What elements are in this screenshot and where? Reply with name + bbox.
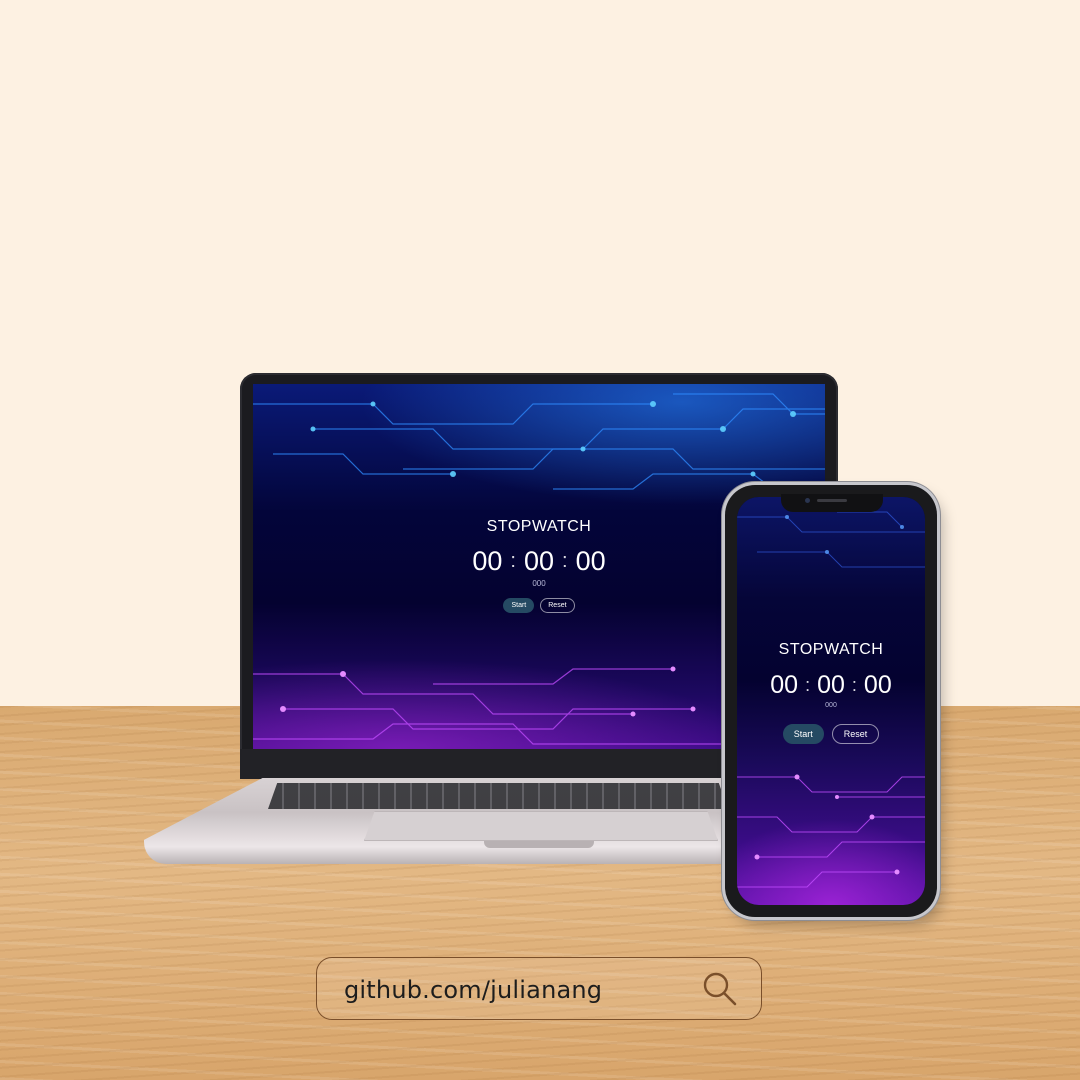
hours-display: 00: [770, 671, 799, 699]
stopwatch-app-phone: STOPWATCH 00 : 00 : 00 000 Start Reset: [737, 641, 925, 744]
start-button[interactable]: Start: [503, 598, 535, 613]
phone-speaker: [817, 499, 847, 502]
button-row: Start Reset: [737, 724, 925, 744]
seconds-display: 00: [575, 546, 606, 576]
reset-button[interactable]: Reset: [831, 724, 880, 744]
phone-power-button: [937, 600, 940, 640]
app-title: STOPWATCH: [778, 641, 884, 658]
laptop-notch: [484, 841, 594, 848]
milliseconds-display: 000: [825, 702, 837, 709]
phone-camera: [805, 498, 810, 503]
phone-screen: STOPWATCH 00 : 00 : 00 000 Start Reset: [737, 497, 925, 905]
start-button[interactable]: Start: [782, 724, 824, 744]
laptop-keyboard: [268, 783, 728, 809]
minutes-display: 00: [817, 671, 845, 699]
laptop-trackpad: [364, 811, 718, 841]
hours-display: 00: [472, 546, 503, 576]
time-separator: :: [805, 675, 811, 695]
time-display: 00 : 00 : 00: [737, 671, 925, 700]
url-text: github.com/julianang: [344, 976, 603, 1004]
reset-button[interactable]: Reset: [540, 598, 575, 613]
search-icon[interactable]: [701, 970, 739, 1008]
time-separator: :: [851, 675, 857, 695]
time-separator: :: [510, 550, 516, 572]
circuit-pattern-bottom: [737, 774, 925, 888]
phone-notch: [781, 494, 883, 512]
circuit-pattern-top: [253, 393, 825, 490]
seconds-display: 00: [863, 671, 892, 699]
time-separator: :: [562, 550, 568, 572]
minutes-display: 00: [523, 546, 555, 576]
